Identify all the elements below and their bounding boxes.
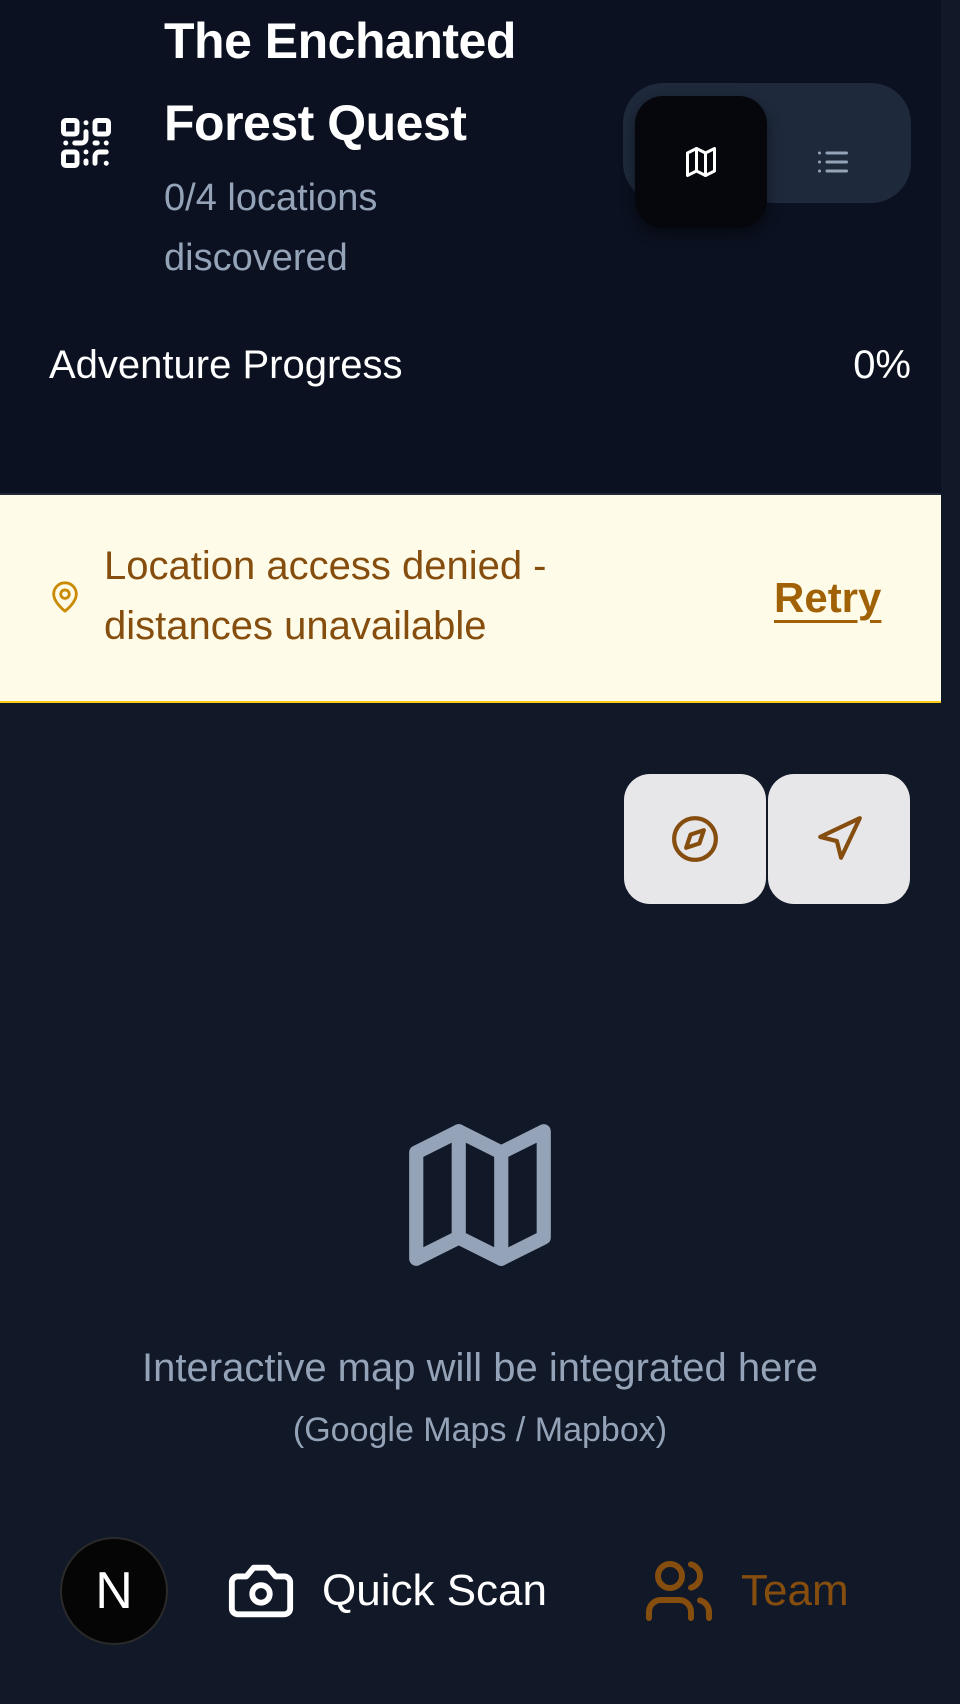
qr-code-icon xyxy=(61,118,111,168)
map-icon xyxy=(686,147,716,177)
team-label: Team xyxy=(741,1566,849,1615)
navigation-arrow-icon xyxy=(818,816,862,860)
avatar-letter: N xyxy=(95,1562,133,1620)
location-pin-icon xyxy=(52,581,78,613)
quest-title: The Enchanted Forest Quest xyxy=(164,13,516,151)
camera-icon xyxy=(228,1564,294,1618)
compass-button[interactable] xyxy=(624,774,766,904)
map-placeholder-subtext: (Google Maps / Mapbox) xyxy=(292,1411,668,1449)
list-icon xyxy=(818,151,848,173)
view-toggle xyxy=(623,83,911,228)
retry-link[interactable]: Retry xyxy=(774,572,881,624)
locations-discovered-count: 0/4 locations discovered xyxy=(164,177,378,279)
quick-scan-button[interactable]: Quick Scan xyxy=(226,1556,547,1626)
map-view-button[interactable] xyxy=(635,96,767,228)
quest-header: The Enchanted Forest Quest 0/4 locations… xyxy=(0,0,941,495)
team-button[interactable]: Team xyxy=(643,1556,849,1626)
avatar[interactable]: N xyxy=(60,1537,168,1645)
list-view-button[interactable] xyxy=(767,96,899,228)
compass-icon xyxy=(672,816,718,862)
my-location-button[interactable] xyxy=(768,774,910,904)
map-icon xyxy=(409,1124,551,1266)
users-icon xyxy=(646,1561,712,1621)
progress-percentage: 0% xyxy=(853,343,911,387)
map-placeholder-text: Interactive map will be integrated here xyxy=(142,1346,818,1390)
app-frame: The Enchanted Forest Quest 0/4 locations… xyxy=(0,0,941,1704)
quick-scan-label: Quick Scan xyxy=(322,1566,547,1615)
progress-label: Adventure Progress xyxy=(49,343,403,387)
location-warning-message: Location access denied - distances unava… xyxy=(104,544,547,648)
